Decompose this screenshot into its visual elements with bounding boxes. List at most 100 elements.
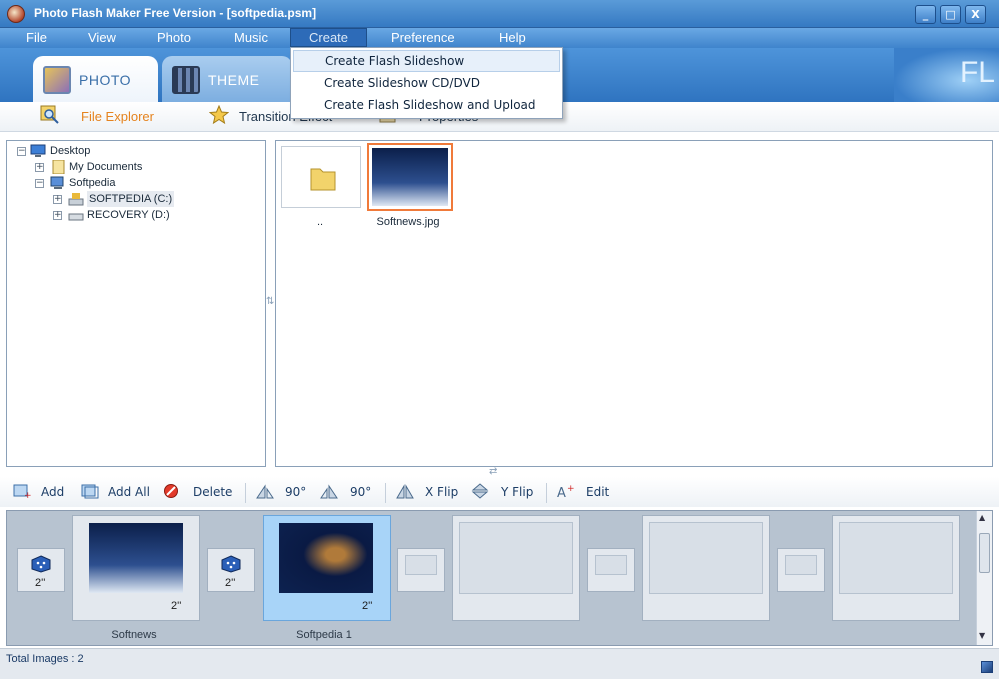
slide-duration: 2'' (362, 600, 373, 612)
menu-item-create-flash-slideshow[interactable]: Create Flash Slideshow (293, 50, 560, 72)
menu-photo[interactable]: Photo (157, 28, 191, 48)
transition-duration: 2'' (225, 577, 236, 589)
parent-folder-label: .. (316, 216, 324, 228)
empty-slide-slot[interactable] (452, 515, 580, 621)
empty-slide-slot[interactable] (642, 515, 770, 621)
empty-transition-slot[interactable] (397, 548, 445, 592)
file-thumbnail-panel[interactable]: .. Softnews.jpg (275, 140, 993, 467)
tab-photo[interactable]: PHOTO (33, 56, 158, 102)
add-image-icon: + (13, 484, 31, 499)
menu-create[interactable]: Create (290, 28, 368, 47)
window-title: Photo Flash Maker Free Version - [softpe… (34, 6, 317, 20)
status-bar: Total Images : 2 (0, 648, 999, 679)
create-dropdown-menu: Create Flash Slideshow Create Slideshow … (290, 47, 563, 119)
banner-logo-text: FL (959, 56, 995, 89)
rotate-right-button[interactable]: 90° (350, 485, 371, 499)
edit-button[interactable]: Edit (586, 485, 609, 499)
tree-item-softpedia[interactable]: Softpedia (69, 175, 115, 191)
tree-item-desktop[interactable]: Desktop (50, 143, 90, 159)
drive-c-icon (68, 193, 84, 206)
film-icon (172, 66, 200, 94)
menu-music[interactable]: Music (234, 28, 268, 48)
add-button[interactable]: Add (41, 485, 64, 499)
tree-item-drive-c[interactable]: SOFTPEDIA (C:) (87, 191, 175, 207)
empty-transition-slot[interactable] (587, 548, 635, 592)
total-images-status: Total Images : 2 (6, 653, 84, 665)
rotate-left-icon (256, 484, 274, 499)
empty-transition-slot[interactable] (777, 548, 825, 592)
expand-toggle-drive-d[interactable]: + (53, 211, 62, 220)
expand-toggle-my-documents[interactable]: + (35, 163, 44, 172)
tab-photo-label: PHOTO (79, 72, 132, 88)
app-icon (7, 5, 25, 23)
vertical-splitter-icon[interactable]: ⇅ (266, 296, 274, 307)
transition-slot[interactable]: 2'' (17, 548, 65, 592)
collapse-toggle-desktop[interactable]: − (17, 147, 26, 156)
menu-view[interactable]: View (88, 28, 116, 48)
edit-icon: A + (557, 484, 575, 499)
tree-item-drive-d[interactable]: RECOVERY (D:) (87, 207, 170, 223)
delete-icon (164, 484, 178, 498)
slide-softpedia-1[interactable]: 2'' (263, 515, 391, 621)
menu-file[interactable]: File (26, 28, 47, 48)
tree-item-my-documents[interactable]: My Documents (69, 159, 142, 175)
slide-caption: Softnews (111, 629, 157, 641)
minimize-button[interactable]: _ (915, 5, 936, 24)
close-button[interactable]: X (965, 5, 986, 24)
softnews-image-label: Softnews.jpg (376, 216, 440, 228)
subtab-file-explorer[interactable]: File Explorer (81, 109, 154, 124)
x-flip-icon (396, 484, 414, 499)
transition-cube-icon (221, 555, 241, 573)
y-flip-icon (471, 483, 489, 499)
rotate-left-button[interactable]: 90° (285, 485, 306, 499)
transition-cube-icon (31, 555, 51, 573)
title-bar: Photo Flash Maker Free Version - [softpe… (0, 0, 999, 28)
scroll-down-icon[interactable]: ▼ (979, 631, 990, 641)
photo-icon (43, 66, 71, 94)
menu-help[interactable]: Help (499, 28, 526, 48)
storyboard[interactable]: 2'' 2'' Softnews 2'' 2'' Softpedia 1 ▲ ▼ (6, 510, 993, 646)
star-icon (209, 105, 229, 125)
expand-toggle-drive-c[interactable]: + (53, 195, 62, 204)
toolbar-separator (546, 483, 547, 503)
desktop-icon (30, 144, 46, 157)
svg-text:+: + (567, 484, 575, 494)
add-all-button[interactable]: Add All (108, 485, 150, 499)
storyboard-scrollbar[interactable]: ▲ ▼ (976, 511, 992, 645)
maximize-button[interactable]: □ (940, 5, 961, 24)
computer-icon (50, 176, 64, 189)
transition-slot[interactable]: 2'' (207, 548, 255, 592)
tab-theme-label: THEME (208, 72, 260, 88)
menu-item-create-slideshow-cd-dvd[interactable]: Create Slideshow CD/DVD (293, 72, 560, 94)
add-all-icon (81, 484, 99, 499)
slide-softnews[interactable]: 2'' (72, 515, 200, 621)
documents-icon (52, 160, 65, 174)
tab-theme[interactable]: THEME (162, 56, 292, 102)
menu-bar: File View Photo Music Create Preference … (0, 28, 999, 48)
x-flip-button[interactable]: X Flip (425, 485, 458, 499)
parent-folder-thumb[interactable] (281, 146, 361, 208)
svg-text:+: + (24, 491, 31, 499)
menu-preference[interactable]: Preference (391, 28, 455, 48)
menu-item-create-flash-slideshow-upload[interactable]: Create Flash Slideshow and Upload (293, 94, 560, 116)
rotate-right-icon (320, 484, 338, 499)
svg-text:A: A (557, 486, 566, 499)
delete-button[interactable]: Delete (193, 485, 232, 499)
slide-duration: 2'' (171, 600, 182, 612)
softnews-image-thumb[interactable] (367, 143, 453, 211)
toolbar-separator (245, 483, 246, 503)
collapse-toggle-softpedia[interactable]: − (35, 179, 44, 188)
resize-grip-icon[interactable] (981, 661, 993, 673)
empty-slide-slot[interactable] (832, 515, 960, 621)
drive-d-icon (68, 213, 84, 221)
scroll-thumb[interactable] (979, 533, 990, 573)
slide-softpedia-1-image (279, 523, 373, 593)
softnews-image-preview (372, 148, 448, 206)
transition-duration: 2'' (35, 577, 46, 589)
horizontal-splitter-icon[interactable]: ⇄ (489, 466, 497, 477)
magnifier-icon (40, 105, 59, 124)
scroll-up-icon[interactable]: ▲ (979, 513, 990, 523)
y-flip-button[interactable]: Y Flip (501, 485, 533, 499)
slide-softnews-image (89, 523, 183, 593)
folder-tree[interactable]: − Desktop + My Documents − Softpedia + S… (6, 140, 266, 467)
